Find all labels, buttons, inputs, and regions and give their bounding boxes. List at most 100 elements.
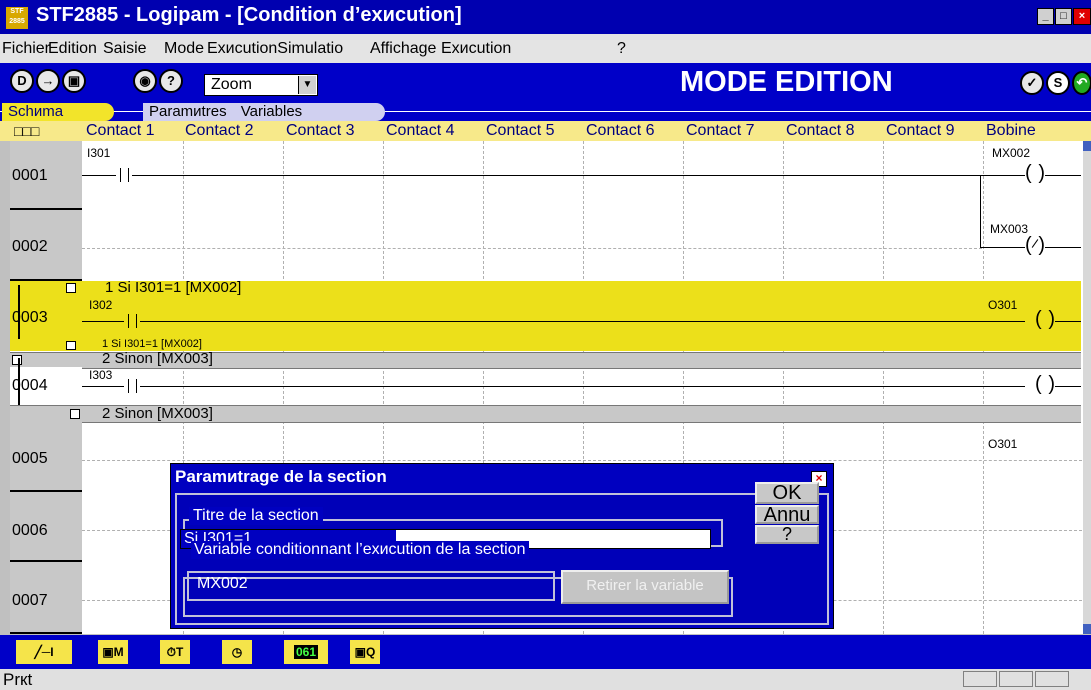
condition-variable-field[interactable]: MX002 xyxy=(187,571,555,601)
restore-button[interactable]: □ xyxy=(1055,8,1072,25)
tab-schema[interactable]: Schиma xyxy=(2,103,114,121)
eye-icon[interactable]: ◉ xyxy=(133,69,157,93)
contact-label: I302 xyxy=(89,298,113,312)
app-logo-icon: STF 2885 xyxy=(6,7,28,29)
help-button[interactable]: ? xyxy=(755,525,819,544)
chevron-down-icon[interactable]: ▼ xyxy=(298,76,316,94)
menu-bar: Fichier Edition Saisie Mode ExиcutionSim… xyxy=(0,34,1091,63)
contact-input-icon[interactable]: ╱─I xyxy=(16,640,72,664)
window-title: STF2885 - Logipam - [Condition d’exиcuti… xyxy=(36,4,462,26)
timer-icon[interactable]: ⏱T xyxy=(160,640,190,664)
coil-label: MX003 xyxy=(990,222,1029,236)
section-end-title: 2 Sinon [MX003] xyxy=(102,405,213,422)
contact-label: I301 xyxy=(87,146,111,160)
coil-icon[interactable] xyxy=(1035,308,1055,332)
section-end-title: 1 Si I301=1 [MX002] xyxy=(102,338,202,350)
row-number-0005[interactable]: 0005 xyxy=(10,422,82,492)
section-title: 1 Si I301=1 [MX002] xyxy=(105,279,242,296)
menu-fichier[interactable]: Fichier xyxy=(2,40,50,58)
remove-variable-button[interactable]: Retirer la variable xyxy=(561,570,729,604)
run-icon[interactable]: ↶ xyxy=(1072,71,1091,95)
section-marker-icon[interactable] xyxy=(66,283,76,293)
menu-execution[interactable]: Exиcution xyxy=(441,40,511,58)
dialog-title: Paramиtrage de la section xyxy=(175,467,387,486)
section-marker-icon[interactable] xyxy=(12,355,22,365)
open-icon[interactable]: → xyxy=(36,69,60,93)
scroll-up-icon[interactable] xyxy=(1083,141,1091,151)
section-end-marker-icon[interactable] xyxy=(66,341,76,350)
section-end-band[interactable]: 2 Sinon [MX003] xyxy=(10,405,1081,423)
coil-icon[interactable] xyxy=(1035,373,1055,397)
contact-label: I303 xyxy=(89,368,113,382)
condition-variable-label: Variable conditionnant l’exиcution de la… xyxy=(191,541,529,559)
col-contact-3: Contact 3 xyxy=(286,122,355,139)
ok-button[interactable]: OK xyxy=(755,482,819,504)
menu-affichage[interactable]: Affichage xyxy=(370,40,436,58)
row-number-0006[interactable]: 0006 xyxy=(10,492,82,562)
output-q-icon[interactable]: ▣Q xyxy=(350,640,380,664)
menu-saisie[interactable]: Saisie xyxy=(103,40,147,58)
section-title-label: Titre de la section xyxy=(189,507,323,525)
menu-mode[interactable]: Mode xyxy=(164,40,204,58)
minimize-button[interactable]: _ xyxy=(1037,8,1054,25)
section-end-marker-icon[interactable] xyxy=(70,409,80,419)
close-button[interactable]: × xyxy=(1073,8,1091,25)
mode-label: MODE EDITION xyxy=(680,66,893,98)
contact-no-icon[interactable] xyxy=(124,314,140,328)
zoom-value: Zoom xyxy=(211,76,252,93)
status-text: Prкt xyxy=(3,670,33,689)
section-body-band xyxy=(10,297,1081,339)
counter-icon[interactable]: 061 xyxy=(284,640,328,664)
row-number-0003[interactable]: 0003 xyxy=(10,297,82,339)
tab-bar: Schиma Paramиtres Variables xyxy=(0,103,1091,121)
s-icon[interactable]: S xyxy=(1046,71,1070,95)
coil-icon[interactable] xyxy=(1025,162,1045,186)
tab-variables[interactable]: Variables xyxy=(231,103,302,120)
contact-no-icon[interactable] xyxy=(124,379,140,393)
col-contact-9: Contact 9 xyxy=(886,122,955,139)
coil-negated-icon[interactable] xyxy=(1025,234,1045,258)
status-panel xyxy=(1035,671,1069,687)
menu-execution-simulation[interactable]: ExиcutionSimulatio xyxy=(207,40,343,58)
menu-help[interactable]: ? xyxy=(617,40,626,58)
section-start-band[interactable]: 1 Si I301=1 [MX002] xyxy=(10,279,1081,297)
grid-corner-icon[interactable]: □□□ xyxy=(14,123,39,139)
status-panel xyxy=(999,671,1033,687)
condition-variable-value: MX002 xyxy=(197,575,248,592)
contact-no-icon[interactable] xyxy=(116,168,132,182)
vertical-scrollbar[interactable] xyxy=(1083,141,1091,634)
menu-edition[interactable]: Edition xyxy=(48,40,97,58)
status-bar: Prкt xyxy=(0,669,1091,690)
title-bar: STF 2885 STF2885 - Logipam - [Condition d… xyxy=(0,0,1091,34)
col-contact-8: Contact 8 xyxy=(786,122,855,139)
save-icon[interactable]: ▣ xyxy=(62,69,86,93)
help-icon[interactable]: ? xyxy=(159,69,183,93)
col-contact-7: Contact 7 xyxy=(686,122,755,139)
zoom-select[interactable]: Zoom ▼ xyxy=(204,74,318,96)
row-number-0004[interactable]: 0004 xyxy=(10,367,82,405)
row-number-0001[interactable]: 0001 xyxy=(10,141,82,210)
section-title: 2 Sinon [MX003] xyxy=(102,350,213,367)
section-start-band[interactable]: 2 Sinon [MX003] xyxy=(10,350,1081,369)
grid-header: □□□ Contact 1 Contact 2 Contact 3 Contac… xyxy=(0,121,1091,141)
element-toolbar: ╱─I ▣M ⏱T ◷ 061 ▣Q xyxy=(0,635,1091,669)
scroll-down-icon[interactable] xyxy=(1083,624,1091,634)
coil-label: O301 xyxy=(988,437,1018,451)
col-bobine: Bobine xyxy=(986,122,1036,139)
row-number-0002[interactable]: 0002 xyxy=(10,210,82,281)
coil-label: O301 xyxy=(988,298,1018,312)
clock-icon[interactable]: ◷ xyxy=(222,640,252,664)
col-contact-6: Contact 6 xyxy=(586,122,655,139)
status-panel xyxy=(963,671,997,687)
new-icon[interactable]: D xyxy=(10,69,34,93)
row-number-0007[interactable]: 0007 xyxy=(10,562,82,634)
col-contact-5: Contact 5 xyxy=(486,122,555,139)
edit-mode-icon[interactable]: ✓ xyxy=(1020,71,1044,95)
col-contact-4: Contact 4 xyxy=(386,122,455,139)
coil-label: MX002 xyxy=(992,146,1031,160)
cancel-button[interactable]: Annu xyxy=(755,505,819,525)
tab-parametres[interactable]: Paramиtres xyxy=(149,103,227,120)
col-contact-2: Contact 2 xyxy=(185,122,254,139)
tab-parameters-variables[interactable]: Paramиtres Variables xyxy=(143,103,385,121)
memory-bit-icon[interactable]: ▣M xyxy=(98,640,128,664)
